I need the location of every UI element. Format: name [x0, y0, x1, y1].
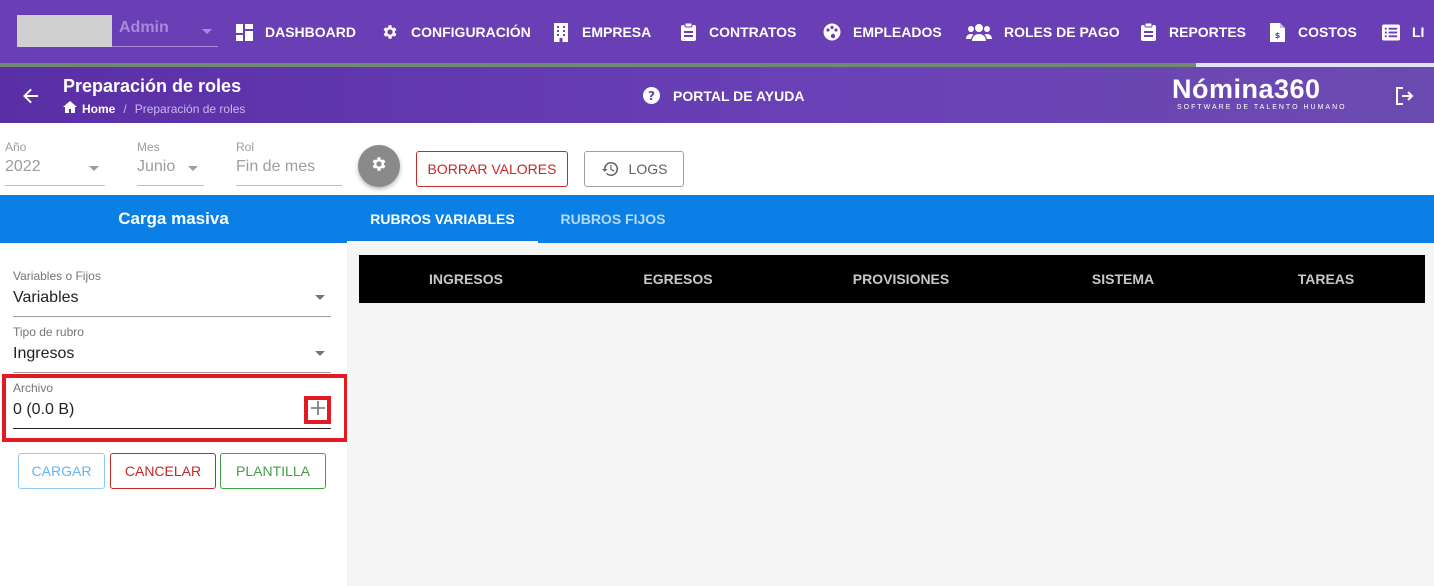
- history-icon: [601, 160, 619, 178]
- cancelar-label: CANCELAR: [124, 463, 202, 479]
- plus-icon: [310, 400, 326, 421]
- mes-label: Mes: [137, 140, 160, 154]
- subtab-egresos[interactable]: EGRESOS: [573, 255, 783, 303]
- nav-li-label: LI: [1412, 24, 1425, 40]
- subtab-tareas[interactable]: TAREAS: [1227, 255, 1425, 303]
- clipboard-icon: [679, 23, 697, 41]
- help-portal-link[interactable]: ? PORTAL DE AYUDA: [643, 87, 804, 105]
- tab-rubros-variables[interactable]: RUBROS VARIABLES: [347, 195, 538, 243]
- subtab-provisiones[interactable]: PROVISIONES: [783, 255, 1019, 303]
- breadcrumb-home[interactable]: Home: [82, 102, 115, 116]
- subtab-egresos-label: EGRESOS: [643, 271, 713, 287]
- rol-label: Rol: [236, 140, 255, 154]
- user-select[interactable]: Admin: [112, 15, 218, 47]
- tab-rubros-fijos[interactable]: RUBROS FIJOS: [538, 195, 688, 243]
- svg-text:?: ?: [648, 89, 655, 103]
- arrow-left-icon[interactable]: [22, 87, 40, 105]
- nav-dashboard[interactable]: DASHBOARD: [235, 19, 356, 45]
- page-header: Preparación de roles Home / Preparación …: [0, 67, 1434, 123]
- breadcrumb: Home / Preparación de roles: [63, 101, 245, 116]
- anio-select[interactable]: Año 2022: [5, 140, 105, 186]
- active-tab-indicator: [347, 241, 538, 243]
- nav-reportes[interactable]: REPORTES: [1139, 19, 1246, 45]
- nav-li[interactable]: LI: [1382, 19, 1424, 45]
- breadcrumb-current: Preparación de roles: [134, 101, 246, 116]
- nav-empresa-label: EMPRESA: [582, 24, 652, 40]
- variables-fijos-value: Variables: [13, 289, 79, 306]
- brand-logo: Nómina360 SOFTWARE DE TALENTO HUMANO: [1172, 75, 1347, 111]
- plantilla-label: PLANTILLA: [236, 463, 310, 479]
- file-invoice-icon: $: [1268, 22, 1286, 42]
- tab-rubros-fijos-label: RUBROS FIJOS: [560, 211, 666, 227]
- subtab-provisiones-label: PROVISIONES: [852, 271, 950, 287]
- logout-icon[interactable]: [1395, 86, 1415, 106]
- borrar-valores-button[interactable]: BORRAR VALORES: [416, 151, 568, 187]
- variables-fijos-select[interactable]: Variables o Fijos Variables: [13, 269, 331, 317]
- rubros-tabs: RUBROS VARIABLES RUBROS FIJOS: [347, 195, 1434, 243]
- brand-tagline: SOFTWARE DE TALENTO HUMANO: [1177, 104, 1347, 111]
- variables-fijos-label: Variables o Fijos: [13, 269, 101, 283]
- svg-text:$: $: [1274, 31, 1280, 40]
- nav-costos[interactable]: $ COSTOS: [1268, 19, 1357, 45]
- nav-dashboard-label: DASHBOARD: [265, 24, 356, 40]
- gear-icon: [381, 23, 399, 41]
- anio-label: Año: [5, 140, 27, 154]
- subtab-sistema-label: SISTEMA: [1091, 271, 1155, 287]
- user-avatar-placeholder: [17, 15, 112, 47]
- chevron-down-icon: [188, 166, 198, 171]
- nav-empleados-label: EMPLEADOS: [853, 24, 942, 40]
- tipo-rubro-value: Ingresos: [13, 345, 75, 362]
- logs-button[interactable]: LOGS: [584, 151, 684, 187]
- nav-configuracion[interactable]: CONFIGURACIÓN: [381, 19, 531, 45]
- archivo-highlight-box: [2, 374, 348, 442]
- users-icon: [966, 23, 992, 41]
- nav-roles-de-pago-label: ROLES DE PAGO: [1004, 24, 1120, 40]
- nav-empleados[interactable]: EMPLEADOS: [823, 19, 942, 45]
- home-icon: [63, 101, 77, 116]
- top-navbar: Admin DASHBOARD CONFIGURACIÓN EMPRESA CO…: [0, 0, 1434, 63]
- carga-masiva-header: Carga masiva: [0, 195, 347, 243]
- cancelar-button[interactable]: CANCELAR: [110, 453, 216, 489]
- borrar-valores-label: BORRAR VALORES: [427, 161, 557, 177]
- mes-select[interactable]: Mes Junio: [137, 140, 204, 186]
- cargar-button[interactable]: CARGAR: [18, 453, 105, 489]
- subtab-ingresos-label: INGRESOS: [429, 271, 503, 287]
- rubros-subtabs: INGRESOS EGRESOS PROVISIONES SISTEMA TAR…: [359, 255, 1425, 303]
- nav-roles-de-pago[interactable]: ROLES DE PAGO: [966, 19, 1120, 45]
- chevron-down-icon: [315, 351, 325, 356]
- subtab-tareas-label: TAREAS: [1297, 271, 1355, 287]
- logs-label: LOGS: [628, 161, 668, 177]
- rol-value: Fin de mes: [236, 158, 316, 175]
- dashboard-icon: [235, 23, 253, 41]
- user-select-label: Admin: [119, 19, 169, 36]
- nav-empresa[interactable]: EMPRESA: [552, 19, 651, 45]
- list-icon: [1382, 23, 1400, 41]
- settings-button[interactable]: [358, 145, 400, 187]
- subtab-sistema[interactable]: SISTEMA: [1019, 255, 1227, 303]
- brand-name: Nómina360: [1172, 74, 1321, 104]
- rol-select[interactable]: Rol Fin de mes: [236, 140, 342, 186]
- nav-costos-label: COSTOS: [1298, 24, 1357, 40]
- chevron-down-icon: [315, 295, 325, 300]
- question-circle-icon: ?: [643, 87, 661, 105]
- help-portal-label: PORTAL DE AYUDA: [673, 88, 805, 104]
- clipboard-icon: [1139, 23, 1157, 41]
- nav-contratos-label: CONTRATOS: [709, 24, 797, 40]
- chevron-down-icon: [89, 166, 99, 171]
- tab-rubros-variables-label: RUBROS VARIABLES: [370, 211, 515, 227]
- cargar-label: CARGAR: [31, 463, 92, 479]
- chevron-down-icon: [202, 29, 212, 34]
- gear-icon: [370, 155, 388, 178]
- plantilla-button[interactable]: PLANTILLA: [220, 453, 326, 489]
- subtab-ingresos[interactable]: INGRESOS: [359, 255, 573, 303]
- add-file-button[interactable]: [304, 396, 331, 424]
- nav-configuracion-label: CONFIGURACIÓN: [411, 24, 531, 40]
- nav-contratos[interactable]: CONTRATOS: [679, 19, 796, 45]
- page-title: Preparación de roles: [63, 76, 242, 96]
- tipo-rubro-label: Tipo de rubro: [13, 325, 84, 339]
- tipo-rubro-select[interactable]: Tipo de rubro Ingresos: [13, 325, 331, 373]
- nav-reportes-label: REPORTES: [1169, 24, 1247, 40]
- building-icon: [552, 22, 570, 42]
- palette-icon: [823, 23, 841, 41]
